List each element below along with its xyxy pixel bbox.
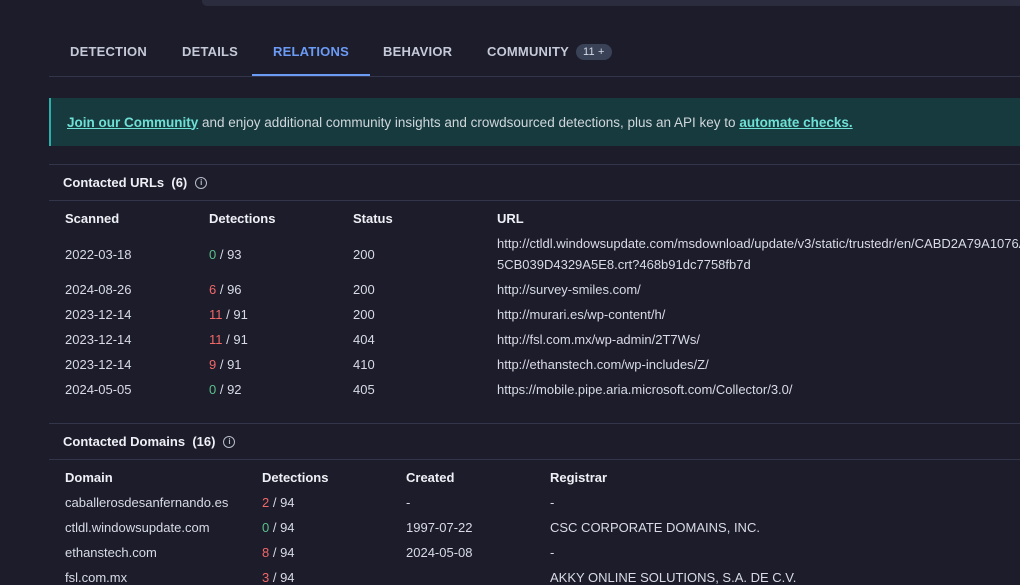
url-status: 200 bbox=[353, 247, 375, 262]
domain-link[interactable]: ethanstech.com bbox=[65, 545, 157, 560]
divider bbox=[49, 164, 1020, 165]
domain-created: 1997-07-22 bbox=[406, 520, 473, 535]
url-status: 200 bbox=[353, 282, 375, 297]
section-count: (6) bbox=[171, 175, 188, 190]
url-link[interactable]: http://ethanstech.com/wp-includes/Z/ bbox=[497, 357, 709, 372]
section-title-text: Contacted URLs bbox=[63, 175, 165, 190]
divider bbox=[49, 459, 1020, 460]
tab-label: DETAILS bbox=[182, 44, 239, 59]
detection-total: / 94 bbox=[269, 570, 295, 585]
detection-total: / 94 bbox=[269, 495, 295, 510]
url-scanned-date: 2024-08-26 bbox=[65, 282, 132, 297]
domain-registrar: - bbox=[550, 495, 555, 510]
url-status: 404 bbox=[353, 332, 375, 347]
divider bbox=[49, 200, 1020, 201]
col-header-url[interactable]: URL bbox=[497, 211, 524, 226]
community-banner: Join our Community and enjoy additional … bbox=[49, 98, 1020, 146]
url-detections: 6 / 96 bbox=[209, 282, 242, 297]
url-link[interactable]: http://fsl.com.mx/wp-admin/2T7Ws/ bbox=[497, 332, 700, 347]
tab-relations[interactable]: RELATIONS bbox=[252, 28, 370, 76]
col-header-created[interactable]: Created bbox=[406, 470, 454, 485]
tab-community[interactable]: COMMUNITY 11 + bbox=[487, 28, 612, 75]
domain-detections: 0 / 94 bbox=[262, 520, 295, 535]
url-detections: 11 / 91 bbox=[209, 307, 248, 322]
detection-total: / 91 bbox=[222, 307, 248, 322]
domain-link[interactable]: ctldl.windowsupdate.com bbox=[65, 520, 210, 535]
tab-label: BEHAVIOR bbox=[383, 44, 453, 59]
url-scanned-date: 2024-05-05 bbox=[65, 382, 132, 397]
url-detections: 0 / 92 bbox=[209, 382, 242, 397]
url-link[interactable]: https://mobile.pipe.aria.microsoft.com/C… bbox=[497, 382, 793, 397]
col-header-scanned[interactable]: Scanned bbox=[65, 211, 119, 226]
col-header-domain[interactable]: Domain bbox=[65, 470, 113, 485]
url-detections: 0 / 93 bbox=[209, 247, 242, 262]
section-title-text: Contacted Domains bbox=[63, 434, 186, 449]
domain-link[interactable]: fsl.com.mx bbox=[65, 570, 127, 585]
col-header-detections[interactable]: Detections bbox=[209, 211, 275, 226]
url-link[interactable]: http://survey-smiles.com/ bbox=[497, 282, 641, 297]
col-header-status[interactable]: Status bbox=[353, 211, 393, 226]
url-scanned-date: 2023-12-14 bbox=[65, 332, 132, 347]
url-link[interactable]: http://ctldl.windowsupdate.com/msdownloa… bbox=[497, 236, 1020, 251]
divider bbox=[49, 423, 1020, 424]
tab-label: COMMUNITY bbox=[487, 44, 569, 59]
domain-link[interactable]: caballerosdesanfernando.es bbox=[65, 495, 228, 510]
info-icon[interactable]: i bbox=[195, 176, 208, 189]
url-status: 200 bbox=[353, 307, 375, 322]
join-community-link[interactable]: Join our Community bbox=[67, 115, 198, 130]
banner-text: and enjoy additional community insights … bbox=[198, 114, 740, 130]
automate-checks-link[interactable]: automate checks. bbox=[739, 115, 852, 130]
detection-total: / 94 bbox=[269, 545, 295, 560]
url-scanned-date: 2023-12-14 bbox=[65, 307, 132, 322]
contacted-domains-title: Contacted Domains (16) i bbox=[63, 434, 236, 449]
tab-label: DETECTION bbox=[70, 44, 147, 59]
tab-bar: DETECTION DETAILS RELATIONS BEHAVIOR COM… bbox=[49, 28, 1020, 77]
info-icon[interactable]: i bbox=[223, 435, 236, 448]
detection-total: / 91 bbox=[222, 332, 248, 347]
domain-registrar: - bbox=[550, 545, 555, 560]
domain-detections: 3 / 94 bbox=[262, 570, 295, 585]
detection-total: / 94 bbox=[269, 520, 295, 535]
tab-details[interactable]: DETAILS bbox=[182, 28, 238, 75]
detection-total: / 92 bbox=[216, 382, 242, 397]
url-scanned-date: 2023-12-14 bbox=[65, 357, 132, 372]
url-detections: 11 / 91 bbox=[209, 332, 248, 347]
url-link[interactable]: http://murari.es/wp-content/h/ bbox=[497, 307, 665, 322]
tab-behavior[interactable]: BEHAVIOR bbox=[383, 28, 452, 75]
domain-created: - bbox=[406, 495, 411, 510]
col-header-detections[interactable]: Detections bbox=[262, 470, 328, 485]
tab-detection[interactable]: DETECTION bbox=[70, 28, 147, 75]
url-detections: 9 / 91 bbox=[209, 357, 242, 372]
domain-created: 2024-05-08 bbox=[406, 545, 473, 560]
url-status: 405 bbox=[353, 382, 375, 397]
domain-detections: 2 / 94 bbox=[262, 495, 295, 510]
community-count-badge: 11 + bbox=[575, 43, 612, 60]
search-bar-edge bbox=[202, 0, 1020, 6]
url-status: 410 bbox=[353, 357, 375, 372]
detection-total: / 91 bbox=[216, 357, 242, 372]
domain-registrar: CSC CORPORATE DOMAINS, INC. bbox=[550, 520, 760, 535]
detection-total: / 96 bbox=[216, 282, 242, 297]
domain-registrar: AKKY ONLINE SOLUTIONS, S.A. DE C.V. bbox=[550, 570, 797, 585]
url-link-continued[interactable]: 5CB039D4329A5E8.crt?468b91dc7758fb7d bbox=[497, 257, 751, 272]
tab-label: RELATIONS bbox=[273, 44, 349, 59]
detection-count: 11 bbox=[209, 332, 223, 347]
col-header-registrar[interactable]: Registrar bbox=[550, 470, 607, 485]
section-count: (16) bbox=[192, 434, 216, 449]
contacted-urls-title: Contacted URLs (6) i bbox=[63, 175, 208, 190]
url-scanned-date: 2022-03-18 bbox=[65, 247, 132, 262]
domain-detections: 8 / 94 bbox=[262, 545, 295, 560]
detection-count: 11 bbox=[209, 307, 223, 322]
detection-total: / 93 bbox=[216, 247, 242, 262]
